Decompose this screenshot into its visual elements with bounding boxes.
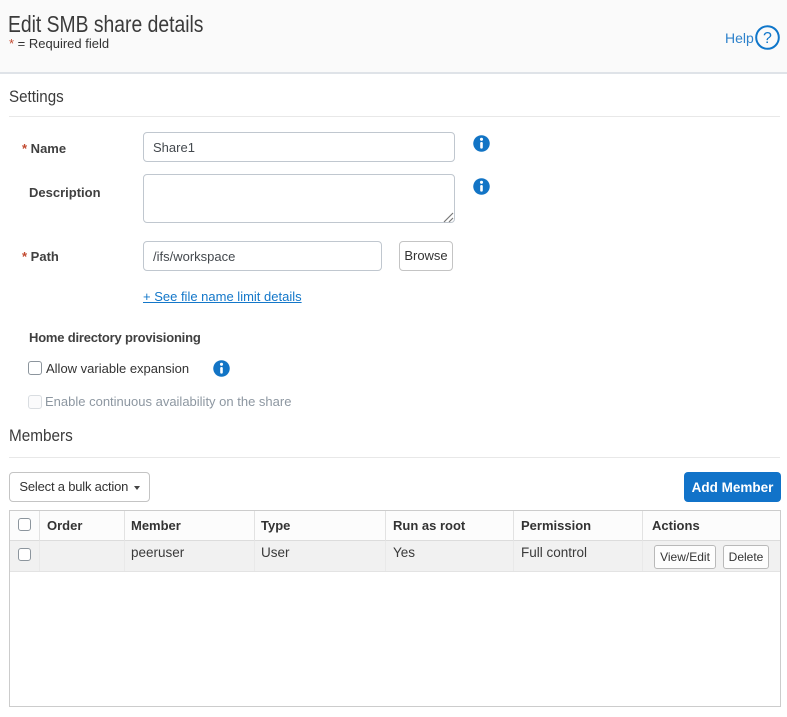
svg-text:?: ? — [763, 30, 772, 47]
